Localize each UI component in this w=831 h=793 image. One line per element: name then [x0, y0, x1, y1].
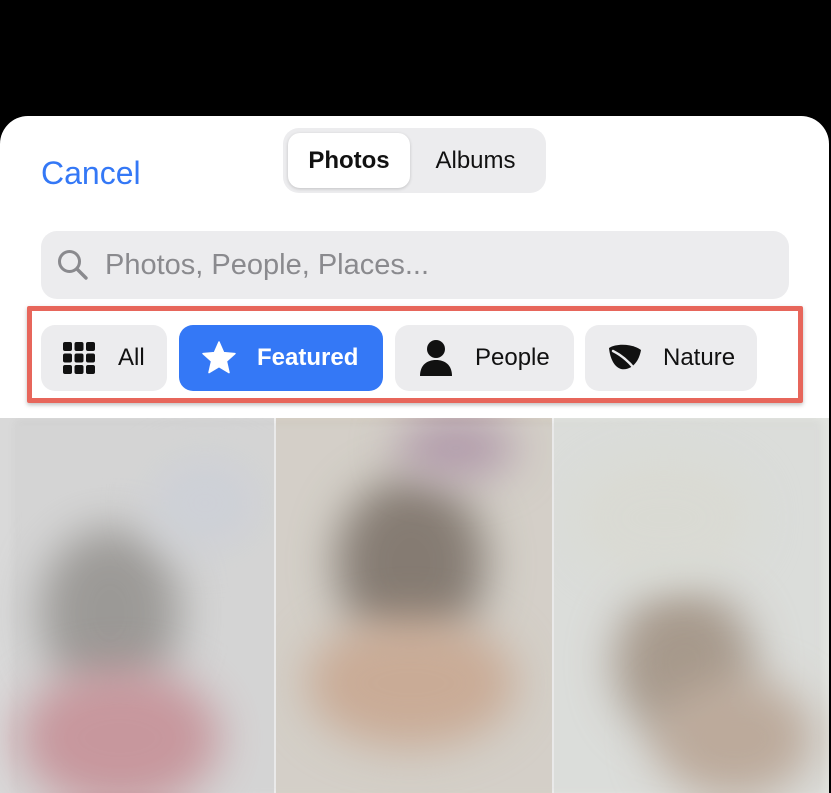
source-segmented-control: Photos Albums	[283, 128, 546, 193]
cancel-button[interactable]: Cancel	[41, 152, 141, 194]
star-icon	[201, 340, 237, 376]
filter-chip-row: All Featured People Nature	[27, 306, 803, 403]
screen: Cancel Photos Albums Photos, People, Pla…	[0, 0, 831, 793]
grid-icon	[62, 341, 96, 375]
filter-chip-nature[interactable]: Nature	[585, 325, 757, 391]
filter-chip-label: Nature	[663, 344, 736, 371]
person-icon	[419, 339, 453, 377]
search-input[interactable]	[103, 247, 747, 283]
filter-chip-label: Featured	[257, 344, 359, 371]
filter-chip-label: All	[118, 344, 145, 371]
filter-chip-all[interactable]: All	[41, 325, 167, 391]
filter-chip-label: People	[475, 344, 550, 371]
privacy-blur-overlay	[16, 424, 820, 793]
tab-albums[interactable]: Albums	[410, 133, 541, 188]
photo-grid	[0, 418, 829, 793]
tab-photos[interactable]: Photos	[288, 133, 410, 188]
photo-picker-sheet: Cancel Photos Albums Photos, People, Pla…	[0, 116, 829, 793]
leaf-icon	[607, 342, 643, 374]
filter-chip-people[interactable]: People	[395, 325, 574, 391]
filter-chip-featured[interactable]: Featured	[179, 325, 383, 391]
search-field[interactable]	[41, 231, 789, 299]
search-icon	[58, 250, 88, 280]
